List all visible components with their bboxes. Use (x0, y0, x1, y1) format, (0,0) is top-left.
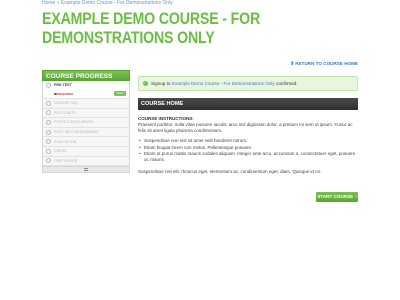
start-course-button[interactable]: START COURSE › (316, 192, 358, 202)
course-home-header: COURSE HOME (138, 98, 358, 110)
lesson-item[interactable]: POSTS & DISCUSSION (43, 118, 129, 128)
incomplete-circle-icon (46, 129, 51, 135)
lesson-label: COURSE FAQ (54, 101, 78, 106)
required-label: REQUIRED (57, 92, 74, 96)
list-item: Etiam feugiat lorem non metus. Pellentes… (138, 145, 358, 151)
lesson-item[interactable]: CREDIT (43, 147, 129, 157)
incomplete-circle-icon (46, 119, 51, 125)
sidebar-footer-toggle[interactable] (42, 167, 130, 174)
arrow-right-icon: › (354, 194, 357, 199)
instructions-list: Suspendisse non nisl sit amet velit hend… (138, 138, 358, 163)
lesson-label: EVALUATION (54, 139, 77, 144)
lesson-label: CREDIT (54, 149, 68, 154)
progress-list: PRE-TEST REQUIRED Start COURSE FAQ POSTC… (42, 81, 130, 168)
lesson-label: POST SELF-ASSESSMENT (54, 130, 100, 135)
incomplete-circle-icon (46, 148, 51, 154)
page-title: EXAMPLE DEMO COURSE - FOR DEMONSTRATIONS… (42, 10, 261, 47)
course-home-content: COURSE INSTRUCTIONS: Praesent porttitor,… (138, 116, 358, 178)
sidebar-header: COURSE PROGRESS (42, 70, 130, 81)
lesson-item[interactable]: CERTIFICATE (43, 157, 129, 167)
lesson-item[interactable]: POST SELF-ASSESSMENT (43, 128, 129, 138)
alert-course-link[interactable]: Example Demo Course - For Demonstrations… (172, 81, 275, 86)
menu-icon (84, 168, 88, 172)
lesson-label: CERTIFICATE (54, 158, 78, 163)
lesson-start-button[interactable]: Start (114, 91, 126, 96)
required-dot-icon (54, 92, 57, 95)
return-to-course-home-link[interactable]: ⬆RETURN TO COURSE HOME (290, 61, 358, 67)
incomplete-circle-icon (46, 139, 51, 145)
incomplete-circle-icon (46, 110, 51, 116)
incomplete-circle-icon (46, 83, 51, 88)
breadcrumb: Home » Example Demo Course - For Demonst… (42, 0, 173, 7)
incomplete-circle-icon (46, 158, 51, 164)
lesson-item[interactable]: COURSE FAQ (43, 99, 129, 109)
start-course-label: START COURSE (317, 194, 354, 199)
return-link-label: RETURN TO COURSE HOME (295, 61, 358, 66)
signup-confirmed-alert: ✓ Signup to Example Demo Course - For De… (138, 76, 358, 91)
instructions-intro: Praesent porttitor, nulla vitae posuere … (138, 122, 353, 133)
breadcrumb-home-link[interactable]: Home (42, 0, 55, 6)
list-item: Etiam ut purus mattis mauris sodales ali… (138, 151, 358, 163)
incomplete-circle-icon (46, 100, 51, 106)
breadcrumb-separator: » (56, 0, 60, 6)
lesson-label: POSTS & DISCUSSION (54, 120, 93, 125)
course-progress-sidebar: COURSE PROGRESS PRE-TEST REQUIRED Start … (42, 70, 130, 174)
instructions-outro: Suspendisse nisl elit, rhoncus eget, ele… (138, 169, 322, 174)
lesson-item-pre-test[interactable]: PRE-TEST REQUIRED Start (43, 81, 129, 99)
check-icon: ✓ (143, 81, 148, 86)
breadcrumb-current[interactable]: Example Demo Course - For Demonstrations… (61, 0, 173, 6)
lesson-item[interactable]: POSTCASTS (43, 109, 129, 119)
up-arrow-icon: ⬆ (290, 61, 295, 67)
lesson-label: POSTCASTS (54, 110, 76, 115)
lesson-label: PRE-TEST (54, 83, 72, 87)
list-item: Suspendisse non nisl sit amet velit hend… (138, 138, 358, 144)
required-badge: REQUIRED (54, 92, 73, 96)
alert-suffix: confirmed. (276, 81, 298, 86)
alert-prefix: Signup to (151, 81, 171, 86)
lesson-item[interactable]: EVALUATION (43, 137, 129, 147)
